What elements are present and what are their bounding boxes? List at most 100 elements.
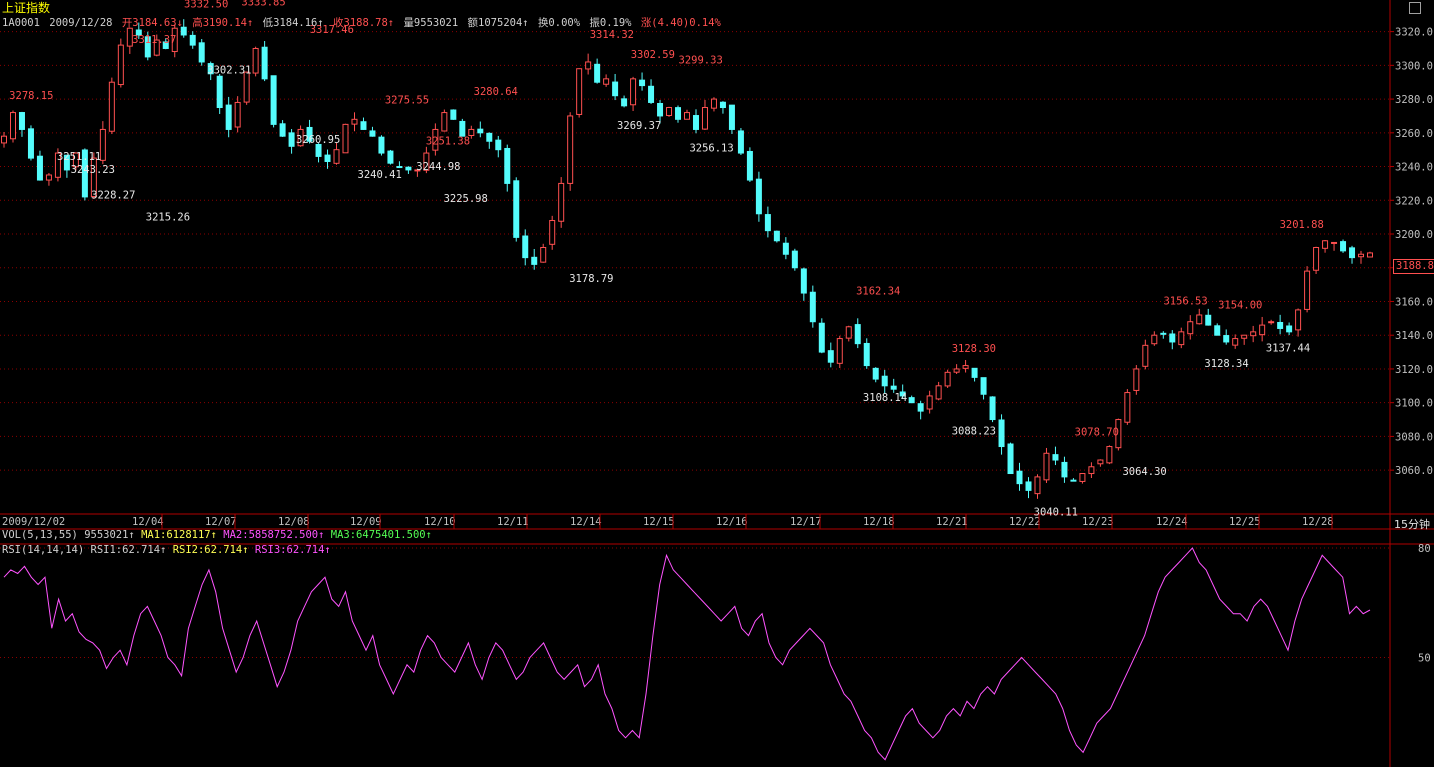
candle-down bbox=[1340, 241, 1347, 252]
candle-down bbox=[782, 242, 789, 255]
candle-down bbox=[800, 268, 807, 294]
price-axis-label: 3100.0 bbox=[1395, 398, 1433, 410]
candle-up bbox=[45, 174, 52, 181]
candle-up bbox=[944, 371, 951, 387]
candle-up bbox=[1232, 338, 1239, 346]
candle-up bbox=[962, 365, 969, 369]
rsi-name[interactable]: RSI(14,14,14) bbox=[2, 544, 84, 556]
turnover-value: 换0.00% bbox=[537, 17, 581, 29]
candle-down bbox=[477, 128, 484, 134]
candle-down bbox=[989, 396, 996, 421]
candle-up bbox=[926, 395, 933, 410]
price-axis-label: 3060.0 bbox=[1395, 465, 1433, 477]
candle-down bbox=[324, 154, 331, 162]
candle-down bbox=[396, 166, 403, 169]
candle-down bbox=[827, 350, 834, 363]
candle-up bbox=[1268, 321, 1275, 324]
candle-up bbox=[1142, 344, 1149, 367]
candle-down bbox=[270, 75, 277, 125]
candle-up bbox=[1097, 459, 1104, 465]
candle-down bbox=[315, 143, 322, 157]
rsi-axis-label: 50 bbox=[1418, 653, 1431, 665]
candle-up bbox=[567, 115, 574, 184]
candle-down bbox=[369, 130, 376, 137]
low-annotation: 3251.11 bbox=[57, 151, 101, 163]
candle-down bbox=[378, 136, 385, 154]
low-annotation: 3260.95 bbox=[296, 134, 340, 146]
date-axis-label: 12/10 bbox=[424, 516, 456, 528]
candle-up bbox=[953, 368, 960, 373]
candle-down bbox=[459, 120, 466, 137]
date-axis-label: 12/21 bbox=[936, 516, 968, 528]
rsi-line-series bbox=[3, 547, 1371, 761]
candle-up bbox=[234, 101, 241, 128]
candle-down bbox=[1016, 470, 1023, 485]
candle-up bbox=[1043, 452, 1050, 481]
date-axis-label: 12/09 bbox=[350, 516, 382, 528]
candle-down bbox=[657, 103, 664, 117]
candle-down bbox=[504, 147, 511, 184]
candle-down bbox=[18, 112, 25, 130]
low-annotation: 3088.23 bbox=[952, 426, 996, 438]
candle-down bbox=[971, 367, 978, 378]
candle-down bbox=[450, 109, 457, 120]
date-axis-label: 12/25 bbox=[1229, 516, 1261, 528]
high-annotation: 3162.34 bbox=[856, 286, 900, 298]
candle-down bbox=[917, 403, 924, 412]
high-annotation: 3201.88 bbox=[1280, 219, 1324, 231]
low-annotation: 3215.26 bbox=[146, 211, 190, 223]
candle-down bbox=[216, 75, 223, 109]
date-axis-label: 12/24 bbox=[1156, 516, 1188, 528]
price-axis-label: 3160.0 bbox=[1395, 296, 1433, 308]
amount-value: 额1075204↑ bbox=[467, 17, 529, 29]
candle-down bbox=[791, 250, 798, 269]
low-annotation: 3302.31 bbox=[207, 64, 251, 76]
candle-up bbox=[108, 81, 115, 132]
candle-down bbox=[737, 130, 744, 154]
candle-up bbox=[1034, 476, 1041, 495]
rsi-indicator-line: RSI(14,14,14) RSI1:62.714↑ RSI2:62.714↑ … bbox=[2, 544, 331, 556]
candle-down bbox=[809, 291, 816, 323]
high-annotation: 3311.37 bbox=[132, 34, 176, 46]
window-restore-icon[interactable] bbox=[1409, 2, 1421, 14]
high-annotation: 3280.64 bbox=[474, 86, 518, 98]
candle-up bbox=[1322, 240, 1329, 249]
low-annotation: 3243.23 bbox=[71, 164, 115, 176]
candle-down bbox=[531, 256, 538, 265]
candle-up bbox=[1178, 331, 1185, 346]
high-price: 高3190.14↑ bbox=[192, 17, 254, 29]
candle-down bbox=[998, 419, 1005, 448]
candle-up bbox=[1196, 314, 1203, 325]
candle-up bbox=[1313, 247, 1320, 271]
low-annotation: 3128.34 bbox=[1204, 358, 1248, 370]
candle-up bbox=[252, 47, 259, 74]
price-axis-label: 3320.0 bbox=[1395, 27, 1433, 39]
candle-up bbox=[9, 112, 16, 140]
high-annotation: 3251.38 bbox=[426, 135, 470, 147]
date-axis-label: 12/07 bbox=[205, 516, 237, 528]
candle-up bbox=[549, 220, 556, 245]
candle-up bbox=[540, 247, 547, 263]
candle-down bbox=[387, 150, 394, 164]
timeframe-label[interactable]: 15分钟 bbox=[1394, 516, 1430, 532]
date-axis-label: 2009/12/02 bbox=[2, 516, 65, 528]
change-value: 涨(4.40)0.14% bbox=[640, 17, 721, 29]
amplitude-value: 振0.19% bbox=[589, 17, 632, 29]
vol-value: 9553021↑ bbox=[84, 529, 135, 541]
index-title: 上证指数 bbox=[2, 1, 51, 15]
candle-down bbox=[728, 104, 735, 130]
rsi2-value: RSI2:62.714↑ bbox=[172, 544, 249, 556]
candle-up bbox=[576, 68, 583, 115]
candle-up bbox=[1079, 473, 1086, 482]
low-annotation: 3269.37 bbox=[617, 120, 661, 132]
candle-down bbox=[198, 42, 205, 63]
high-annotation: 3333.85 bbox=[241, 0, 285, 8]
candle-down bbox=[746, 150, 753, 181]
candle-down bbox=[1070, 479, 1077, 482]
candle-up bbox=[333, 149, 340, 164]
low-annotation: 3064.30 bbox=[1122, 466, 1166, 478]
candle-down bbox=[648, 85, 655, 103]
date-axis-label: 12/18 bbox=[863, 516, 895, 528]
vol-name[interactable]: VOL(5,13,55) bbox=[2, 529, 78, 541]
high-annotation: 3128.30 bbox=[952, 343, 996, 355]
